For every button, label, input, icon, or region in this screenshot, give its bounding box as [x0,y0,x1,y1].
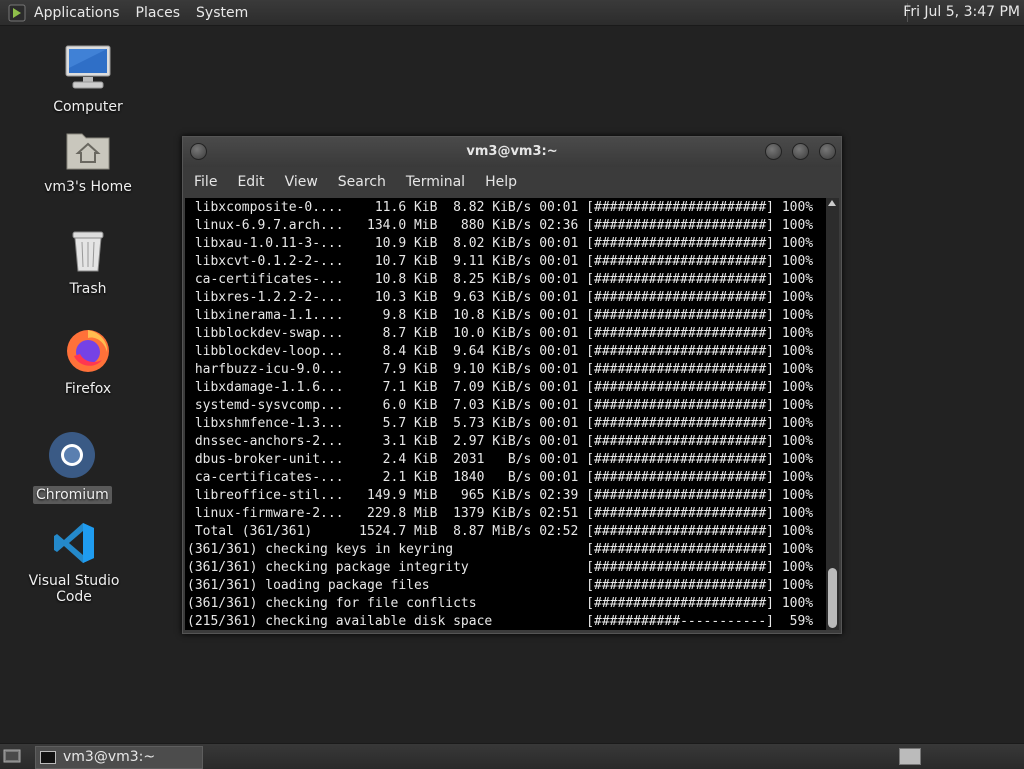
terminal-line: libxinerama-1.1.... 9.8 KiB 10.8 KiB/s 0… [187,308,814,323]
window-titlebar[interactable]: vm3@vm3:~ [183,137,841,167]
terminal-line: linux-firmware-2... 229.8 MiB 1379 KiB/s… [187,506,814,521]
system-menu[interactable]: System [188,5,256,21]
menu-edit[interactable]: Edit [227,174,274,190]
terminal-line: ca-certificates-... 10.8 KiB 8.25 KiB/s … [187,272,814,287]
maximize-icon[interactable] [792,143,809,160]
applications-logo-icon[interactable] [8,4,26,22]
terminal-line: harfbuzz-icu-9.0... 7.9 KiB 9.10 KiB/s 0… [187,362,814,377]
terminal-line: ca-certificates-... 2.1 KiB 1840 B/s 00:… [187,470,814,485]
vscode-icon [54,523,94,563]
terminal-line: dnssec-anchors-2... 3.1 KiB 2.97 KiB/s 0… [187,434,814,449]
window-menu-icon[interactable] [190,143,207,160]
terminal-output[interactable]: libxcomposite-0.... 11.6 KiB 8.82 KiB/s … [185,198,826,630]
menu-view[interactable]: View [275,174,328,190]
desktop-icon-label: vm3's Home [44,179,132,195]
firefox-icon [67,330,109,372]
desktop-icon-label: Chromium [33,486,112,504]
desktop-icon-firefox[interactable]: Firefox [48,326,128,398]
bottom-panel: vm3@vm3:~ [0,743,1024,769]
show-desktop-icon[interactable] [3,748,21,764]
terminal-line: (361/361) checking for file conflicts [#… [187,596,814,611]
desktop-icon-vscode[interactable]: Visual Studio Code [14,520,134,606]
terminal-icon [40,751,56,764]
desktop-icon-label: Trash [69,281,107,297]
terminal-line: systemd-sysvcomp... 6.0 KiB 7.03 KiB/s 0… [187,398,814,413]
terminal-scrollbar[interactable] [826,198,839,630]
applications-menu[interactable]: Applications [26,5,128,21]
clock[interactable]: Fri Jul 5, 3:47 PM [903,4,1020,20]
terminal-line: libxau-1.0.11-3-... 10.9 KiB 8.02 KiB/s … [187,236,814,251]
terminal-line: libblockdev-loop... 8.4 KiB 9.64 KiB/s 0… [187,344,814,359]
scrollbar-thumb[interactable] [828,568,837,628]
terminal-line: libxres-1.2.2-2-... 10.3 KiB 9.63 KiB/s … [187,290,814,305]
terminal-line: dbus-broker-unit... 2.4 KiB 2031 B/s 00:… [187,452,814,467]
terminal-line: libxcvt-0.1.2-2-... 10.7 KiB 9.11 KiB/s … [187,254,814,269]
terminal-line: libxdamage-1.1.6... 7.1 KiB 7.09 KiB/s 0… [187,380,814,395]
desktop-icon-trash[interactable]: Trash [48,228,128,298]
close-icon[interactable] [819,143,836,160]
scroll-up-arrow-icon[interactable] [828,200,836,206]
terminal-line: libreoffice-stil... 149.9 MiB 965 KiB/s … [187,488,814,503]
terminal-line: linux-6.9.7.arch... 134.0 MiB 880 KiB/s … [187,218,814,233]
taskbar-item-terminal[interactable]: vm3@vm3:~ [35,746,203,769]
terminal-line: (361/361) checking package integrity [##… [187,560,814,575]
desktop-icon-label: Visual Studio Code [28,573,120,605]
window-title: vm3@vm3:~ [466,144,558,159]
chromium-icon [49,432,95,478]
desktop-icon-label: Computer [53,99,123,115]
desktop-icon-computer[interactable]: Computer [48,44,128,116]
desktop-icon-home[interactable]: vm3's Home [40,128,136,196]
computer-icon [65,45,111,89]
menu-file[interactable]: File [183,174,227,190]
minimize-icon[interactable] [765,143,782,160]
terminal-menubar: File Edit View Search Terminal Help [183,169,841,195]
terminal-line: (361/361) checking keys in keyring [####… [187,542,814,557]
menu-help[interactable]: Help [475,174,527,190]
menu-search[interactable]: Search [328,174,396,190]
terminal-line: libblockdev-swap... 8.7 KiB 10.0 KiB/s 0… [187,326,814,341]
terminal-line: libxcomposite-0.... 11.6 KiB 8.82 KiB/s … [187,200,814,215]
taskbar-item-label: vm3@vm3:~ [63,749,156,765]
terminal-line: Total (361/361) 1524.7 MiB 8.87 MiB/s 02… [187,524,814,539]
desktop-icon-label: Firefox [64,381,112,397]
places-menu[interactable]: Places [128,5,189,21]
terminal-line: (215/361) checking available disk space … [187,614,814,629]
desktop-icon-chromium[interactable]: Chromium [33,430,112,504]
terminal-line: libxshmfence-1.3... 5.7 KiB 5.73 KiB/s 0… [187,416,814,431]
home-folder-icon [66,133,110,170]
top-panel: Applications Places System Fri Jul 5, 3:… [0,0,1024,26]
terminal-line: (361/361) loading package files [#######… [187,578,814,593]
workspace-switcher[interactable] [899,748,921,765]
menu-terminal[interactable]: Terminal [396,174,475,190]
terminal-window[interactable]: vm3@vm3:~ File Edit View Search Terminal… [182,136,842,634]
trash-icon [72,231,104,272]
terminal-text: libxcomposite-0.... 11.6 KiB 8.82 KiB/s … [185,198,826,630]
